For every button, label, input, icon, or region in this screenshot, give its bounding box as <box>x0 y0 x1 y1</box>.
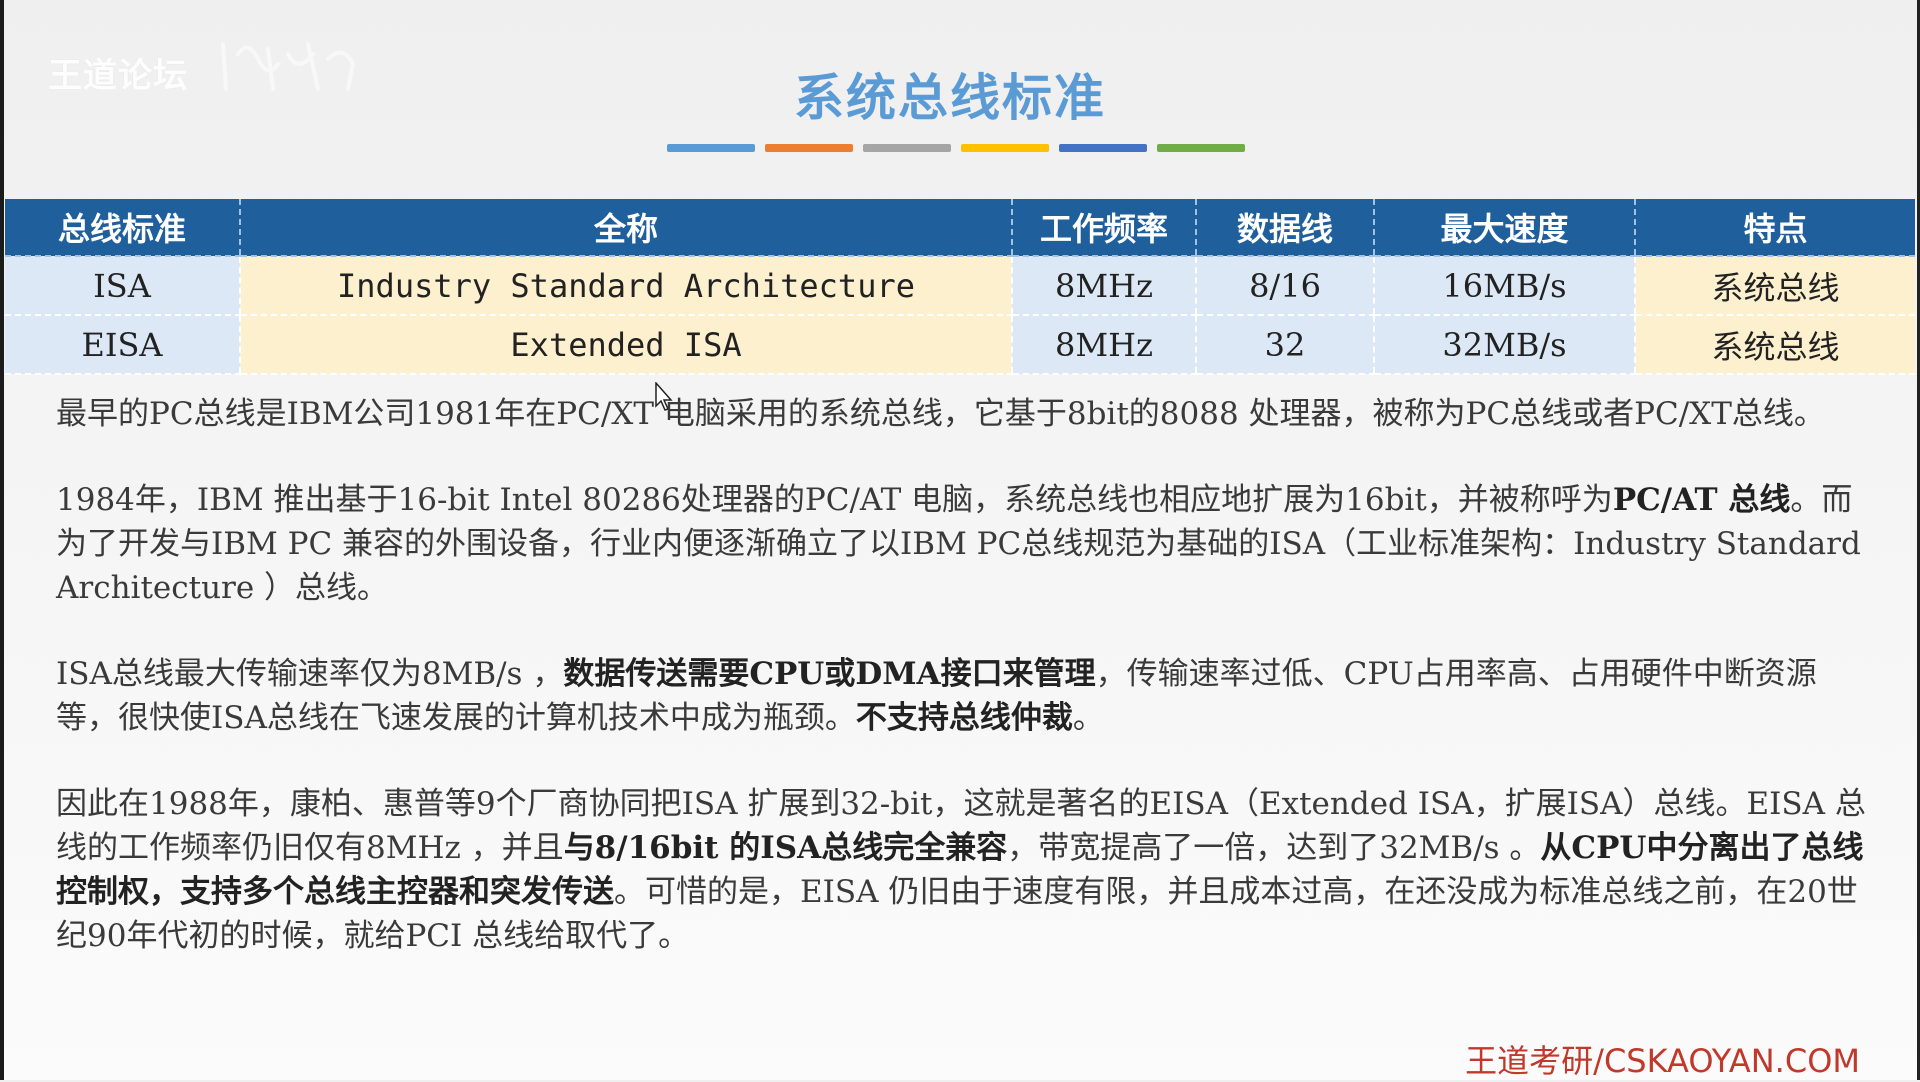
cell-feature: 系统总线 <box>1634 315 1915 375</box>
footer-brand: 王道考研/CSKAOYAN.COM <box>1465 1042 1860 1080</box>
paragraph-eisa: 因此在1988年，康柏、惠普等9个厂商协同把ISA 扩展到32-bit，这就是著… <box>56 782 1876 958</box>
cell-full-name: Industry Standard Architecture <box>239 256 1012 316</box>
color-bar-segment-6 <box>1157 144 1245 152</box>
paragraph-text: 。 <box>1072 700 1104 736</box>
paragraph-text: 最早的PC总线是IBM公司1981年在PC/XT 电脑采用的系统总线，它基于8b… <box>56 396 1825 432</box>
left-frame-border <box>0 0 4 1080</box>
body-text: 最早的PC总线是IBM公司1981年在PC/XT 电脑采用的系统总线，它基于8b… <box>56 392 1876 1000</box>
header-max-speed: 最大速度 <box>1373 199 1635 257</box>
emphasis-text: 数据传送需要CPU或DMA接口来管理 <box>563 656 1096 692</box>
color-bar-segment-4 <box>961 144 1049 152</box>
header-data-lines: 数据线 <box>1195 199 1374 257</box>
paragraph-pc-bus: 最早的PC总线是IBM公司1981年在PC/XT 电脑采用的系统总线，它基于8b… <box>56 392 1876 436</box>
table-row: EISA Extended ISA 8MHz 32 32MB/s 系统总线 <box>5 315 1915 375</box>
cell-max-speed: 16MB/s <box>1373 256 1635 316</box>
color-bar-segment-3 <box>863 144 951 152</box>
paragraph-text: ISA总线最大传输速率仅为8MB/s ， <box>56 656 564 692</box>
bus-standards-table: 总线标准 全称 工作频率 数据线 最大速度 特点 ISA Industry St… <box>5 199 1915 375</box>
cell-bus-standard: EISA <box>5 315 240 375</box>
paragraph-text: ，带宽提高了一倍，达到了32MB/s 。 <box>1007 830 1541 866</box>
cell-data-lines: 32 <box>1195 315 1374 375</box>
emphasis-text: PC/AT 总线 <box>1612 482 1791 518</box>
paragraph-pc-at-bus: 1984年，IBM 推出基于16-bit Intel 80286处理器的PC/A… <box>56 478 1876 610</box>
cell-frequency: 8MHz <box>1011 315 1196 375</box>
emphasis-text: 不支持总线仲裁 <box>855 700 1073 736</box>
cell-full-name: Extended ISA <box>239 315 1012 375</box>
color-bar-segment-5 <box>1059 144 1147 152</box>
cell-frequency: 8MHz <box>1011 256 1196 316</box>
color-bar-segment-2 <box>765 144 853 152</box>
paragraph-text: 1984年，IBM 推出基于16-bit Intel 80286处理器的PC/A… <box>56 482 1613 518</box>
header-full-name: 全称 <box>239 199 1012 257</box>
paragraph-isa-limits: ISA总线最大传输速率仅为8MB/s ，数据传送需要CPU或DMA接口来管理，传… <box>56 652 1876 740</box>
slide-title: 系统总线标准 <box>794 69 1106 127</box>
cell-max-speed: 32MB/s <box>1373 315 1635 375</box>
table-row: ISA Industry Standard Architecture 8MHz … <box>5 256 1915 316</box>
title-color-bar <box>667 144 1245 152</box>
table-header-row: 总线标准 全称 工作频率 数据线 最大速度 特点 <box>5 199 1915 257</box>
header-feature: 特点 <box>1634 199 1915 257</box>
color-bar-segment-1 <box>667 144 755 152</box>
header-bus-standard: 总线标准 <box>5 199 240 257</box>
cell-bus-standard: ISA <box>5 256 240 316</box>
header-frequency: 工作频率 <box>1011 199 1196 257</box>
cell-feature: 系统总线 <box>1634 256 1915 316</box>
cell-data-lines: 8/16 <box>1195 256 1374 316</box>
emphasis-text: 与8/16bit 的ISA总线完全兼容 <box>563 830 1008 866</box>
